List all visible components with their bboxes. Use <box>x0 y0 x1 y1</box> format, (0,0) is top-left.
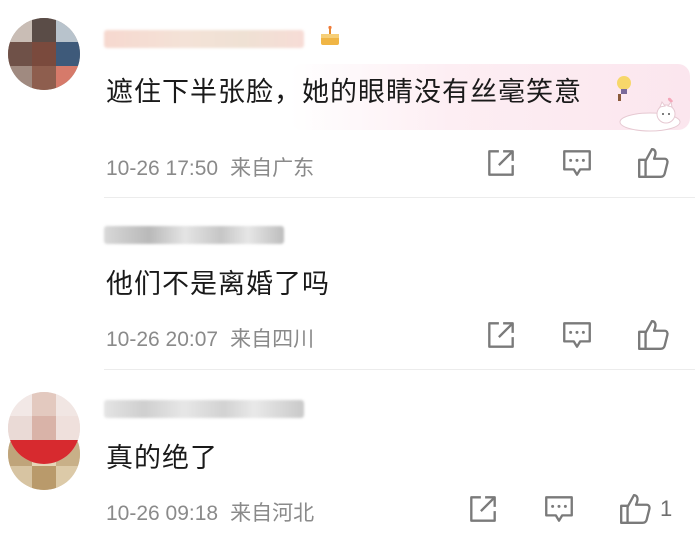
like-button[interactable] <box>636 146 670 180</box>
thumbs-up-icon <box>620 494 651 524</box>
comment-icon <box>563 322 591 348</box>
share-button[interactable] <box>484 318 518 352</box>
share-icon <box>488 322 514 348</box>
comment-icon <box>563 150 591 176</box>
comment-text: 真的绝了 <box>106 443 218 474</box>
lightbulb-sticker-icon <box>617 76 631 101</box>
thumbs-up-icon <box>638 320 669 350</box>
like-count: 1 <box>660 496 673 521</box>
share-icon <box>470 496 496 522</box>
avatar[interactable] <box>8 392 80 464</box>
username-redacted[interactable] <box>104 30 304 48</box>
thumbs-up-icon <box>638 148 669 178</box>
comment-item: 他们不是离婚了吗 10-26 20:07 来自四川 <box>0 198 695 490</box>
reply-button[interactable] <box>560 318 594 352</box>
share-button[interactable] <box>484 146 518 180</box>
comment-meta: 10-26 20:07 来自四川 <box>106 323 314 353</box>
comment-location: 来自河北 <box>230 502 315 525</box>
comment-time: 10-26 20:07 <box>106 328 219 351</box>
reply-button[interactable] <box>542 492 576 526</box>
reply-button[interactable] <box>560 146 594 180</box>
avatar[interactable] <box>8 18 80 90</box>
comment-icon <box>545 496 573 522</box>
share-button[interactable] <box>466 492 500 526</box>
comment-meta: 10-26 09:18 来自河北 <box>106 497 314 527</box>
comment-text: 他们不是离婚了吗 <box>106 269 330 300</box>
comment-text: 遮住下半张脸，她的眼睛没有丝毫笑意 <box>106 77 582 108</box>
like-button[interactable] <box>636 318 670 352</box>
comment-item: 遮住下半张脸，她的眼睛没有丝毫笑意 10-26 17:50 来自广东 <box>0 0 695 198</box>
comment-meta: 10-26 17:50 来自广东 <box>106 152 314 182</box>
username-redacted[interactable] <box>104 226 284 244</box>
comment-time: 10-26 09:18 <box>106 502 219 525</box>
share-icon <box>488 150 514 176</box>
comment-item: 真的绝了 10-26 09:18 来自河北 1 <box>0 370 695 540</box>
like-button[interactable] <box>618 492 652 526</box>
comment-location: 来自广东 <box>230 157 315 180</box>
comment-location: 来自四川 <box>230 328 315 351</box>
comment-time: 10-26 17:50 <box>106 157 219 180</box>
cake-badge-icon <box>321 25 339 45</box>
username-redacted[interactable] <box>104 400 304 418</box>
